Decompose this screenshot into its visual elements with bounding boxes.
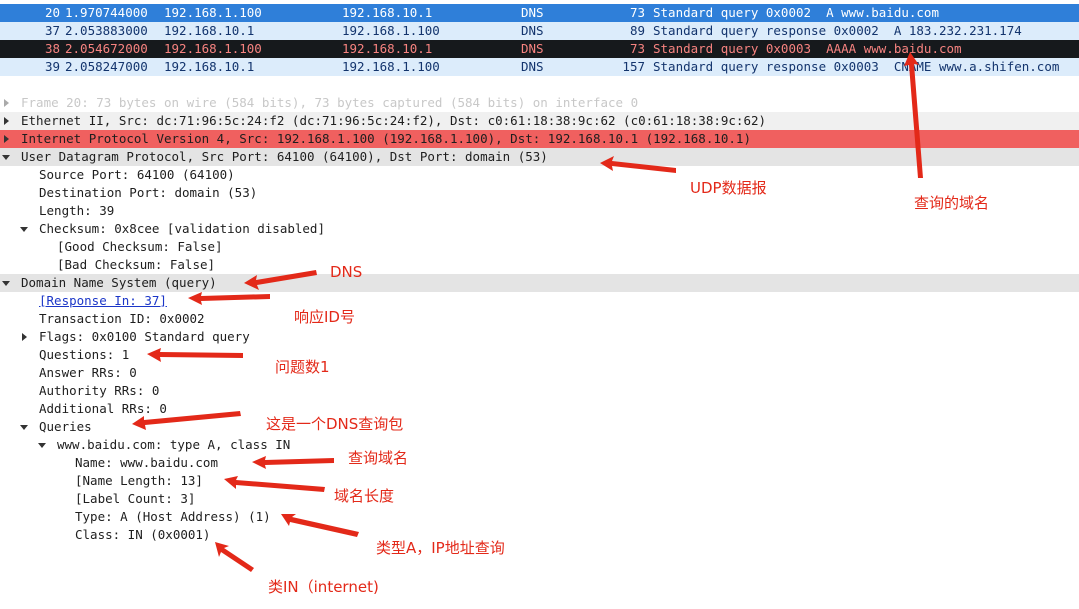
arrow-type	[281, 514, 359, 537]
annotation-udp: UDP数据报	[690, 179, 767, 197]
annotation-query-packet: 这是一个DNS查询包	[266, 415, 404, 433]
arrow-questions	[147, 348, 243, 362]
annotation-domain: 查询的域名	[914, 194, 990, 212]
annotation-type-a: 类型A，IP地址查询	[376, 539, 505, 557]
arrow-query-packet	[132, 411, 241, 430]
arrow-response-id	[188, 292, 270, 305]
arrow-query-name	[252, 456, 334, 469]
arrow-udp	[600, 156, 676, 173]
arrow-dns	[244, 270, 317, 290]
arrow-name-length	[224, 476, 325, 492]
arrow-domain	[904, 52, 923, 178]
annotation-name-length: 域名长度	[334, 487, 395, 505]
annotation-questions: 问题数1	[275, 358, 330, 376]
annotation-arrows	[132, 52, 923, 572]
annotation-query-name: 查询域名	[348, 449, 409, 467]
arrow-class	[215, 542, 254, 572]
annotation-class-in: 类IN（internet)	[268, 578, 379, 596]
annotation-dns: DNS	[330, 263, 363, 281]
annotation-response-id: 响应ID号	[294, 308, 355, 326]
